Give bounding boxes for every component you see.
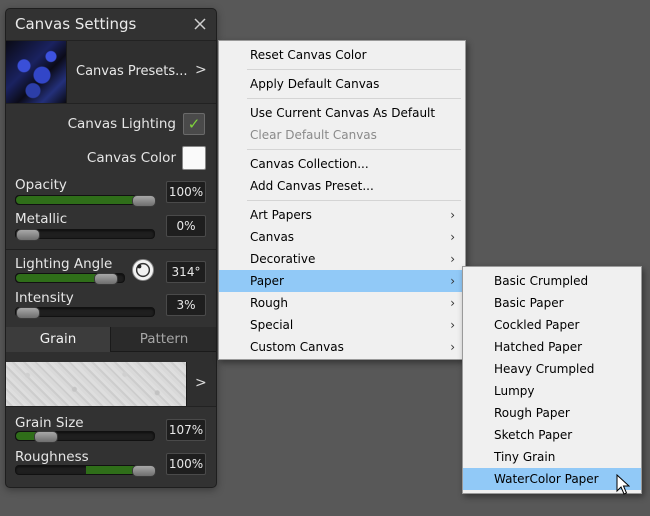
menu-item-decorative[interactable]: Decorative › bbox=[219, 248, 465, 270]
canvas-presets-label: Canvas Presets... bbox=[76, 64, 188, 79]
submenu-arrow-icon: › bbox=[450, 274, 455, 288]
lighting-angle-dial[interactable] bbox=[132, 259, 154, 281]
submenu-item-lumpy[interactable]: Lumpy bbox=[463, 380, 641, 402]
menu-item-clear-default-canvas: Clear Default Canvas bbox=[250, 128, 377, 142]
menu-separator bbox=[247, 149, 461, 150]
submenu-arrow-icon: › bbox=[450, 340, 455, 354]
submenu-item-basic-crumpled[interactable]: Basic Crumpled bbox=[463, 270, 641, 292]
submenu-item-basic-paper[interactable]: Basic Paper bbox=[463, 292, 641, 314]
canvas-preset-thumbnail bbox=[6, 41, 67, 103]
canvas-color-swatch[interactable] bbox=[182, 146, 206, 170]
lighting-angle-label: Lighting Angle bbox=[15, 256, 113, 272]
opacity-value-field[interactable]: 100% bbox=[166, 181, 206, 203]
submenu-item-cockled-paper[interactable]: Cockled Paper bbox=[463, 314, 641, 336]
checkmark-icon: ✓ bbox=[187, 115, 201, 133]
menu-item-apply-default-canvas[interactable]: Apply Default Canvas bbox=[219, 73, 465, 95]
submenu-arrow-icon: › bbox=[450, 318, 455, 332]
menu-item-custom-canvas[interactable]: Custom Canvas › bbox=[219, 336, 465, 358]
submenu-item-heavy-crumpled[interactable]: Heavy Crumpled bbox=[463, 358, 641, 380]
lighting-angle-slider[interactable] bbox=[15, 273, 125, 285]
opacity-slider-handle[interactable] bbox=[132, 195, 156, 207]
grain-pattern-tabs: Grain Pattern bbox=[6, 327, 216, 352]
submenu-item-sketch-paper[interactable]: Sketch Paper bbox=[463, 424, 641, 446]
mouse-cursor-icon bbox=[616, 474, 630, 495]
roughness-value-field[interactable]: 100% bbox=[166, 453, 206, 475]
close-icon[interactable] bbox=[192, 16, 208, 32]
roughness-slider-handle[interactable] bbox=[132, 465, 156, 477]
intensity-slider-handle[interactable] bbox=[16, 307, 40, 319]
menu-item-art-papers[interactable]: Art Papers › bbox=[219, 204, 465, 226]
metallic-value-field[interactable]: 0% bbox=[166, 215, 206, 237]
menu-item-canvas[interactable]: Canvas › bbox=[219, 226, 465, 248]
chevron-right-icon: > bbox=[195, 375, 207, 391]
menu-item-use-current-canvas-as-default[interactable]: Use Current Canvas As Default bbox=[219, 102, 465, 124]
grain-size-slider[interactable] bbox=[15, 431, 155, 443]
lighting-angle-value-field[interactable]: 314° bbox=[166, 261, 206, 283]
submenu-item-watercolor-paper[interactable]: WaterColor Paper bbox=[463, 468, 641, 490]
menu-item-reset-canvas-color[interactable]: Reset Canvas Color bbox=[219, 44, 465, 66]
menu-separator bbox=[247, 98, 461, 99]
roughness-label: Roughness bbox=[15, 449, 89, 465]
chevron-right-icon: > bbox=[195, 62, 207, 78]
tab-pattern[interactable]: Pattern bbox=[110, 327, 216, 352]
paper-submenu: Basic Crumpled Basic Paper Cockled Paper… bbox=[462, 266, 642, 494]
submenu-arrow-icon: › bbox=[450, 230, 455, 244]
canvas-lighting-checkbox[interactable]: ✓ bbox=[183, 113, 205, 135]
opacity-slider-fill bbox=[16, 196, 146, 204]
submenu-arrow-icon: › bbox=[450, 296, 455, 310]
tab-grain[interactable]: Grain bbox=[6, 327, 110, 352]
submenu-item-rough-paper[interactable]: Rough Paper bbox=[463, 402, 641, 424]
menu-separator bbox=[247, 69, 461, 70]
panel-titlebar[interactable]: Canvas Settings bbox=[6, 9, 216, 40]
menu-item-special[interactable]: Special › bbox=[219, 314, 465, 336]
canvas-color-label: Canvas Color bbox=[86, 150, 176, 166]
canvas-settings-panel: Canvas Settings Canvas Presets... > Canv… bbox=[5, 8, 217, 488]
menu-item-rough[interactable]: Rough › bbox=[219, 292, 465, 314]
intensity-slider[interactable] bbox=[15, 307, 155, 319]
submenu-item-hatched-paper[interactable]: Hatched Paper bbox=[463, 336, 641, 358]
intensity-value-field[interactable]: 3% bbox=[166, 294, 206, 316]
opacity-label: Opacity bbox=[15, 177, 67, 193]
intensity-label: Intensity bbox=[15, 290, 74, 306]
grain-thumbnail bbox=[6, 362, 187, 406]
menu-item-add-canvas-preset[interactable]: Add Canvas Preset... bbox=[219, 175, 465, 197]
opacity-slider[interactable] bbox=[15, 195, 156, 207]
grain-selector[interactable]: > bbox=[6, 352, 216, 407]
panel-title: Canvas Settings bbox=[15, 15, 137, 33]
menu-item-paper[interactable]: Paper › bbox=[219, 270, 465, 292]
canvas-lighting-label: Canvas Lighting bbox=[67, 116, 176, 132]
metallic-label: Metallic bbox=[15, 211, 68, 227]
canvas-presets-button[interactable]: Canvas Presets... > bbox=[6, 40, 216, 104]
submenu-arrow-icon: › bbox=[450, 208, 455, 222]
grain-size-slider-handle[interactable] bbox=[34, 431, 58, 443]
lighting-angle-slider-handle[interactable] bbox=[94, 273, 118, 285]
menu-item-canvas-collection[interactable]: Canvas Collection... bbox=[219, 153, 465, 175]
submenu-item-tiny-grain[interactable]: Tiny Grain bbox=[463, 446, 641, 468]
divider bbox=[6, 249, 216, 250]
submenu-arrow-icon: › bbox=[450, 252, 455, 266]
canvas-presets-menu: Reset Canvas Color Apply Default Canvas … bbox=[218, 40, 466, 360]
roughness-slider[interactable] bbox=[15, 465, 156, 477]
grain-size-value-field[interactable]: 107% bbox=[166, 419, 206, 441]
metallic-slider-handle[interactable] bbox=[16, 229, 40, 241]
grain-size-label: Grain Size bbox=[15, 415, 84, 431]
menu-separator bbox=[247, 200, 461, 201]
metallic-slider[interactable] bbox=[15, 229, 155, 241]
